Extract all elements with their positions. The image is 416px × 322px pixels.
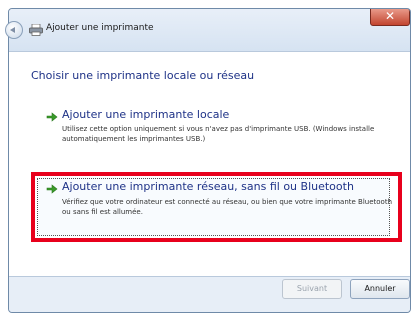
window-title: Ajouter une imprimante: [46, 23, 154, 33]
close-icon: ✕: [384, 9, 396, 23]
dialog-window: ✕: [8, 8, 411, 313]
content-area: [9, 51, 410, 277]
printer-icon: [29, 24, 43, 36]
option-local-printer[interactable]: Ajouter une imprimante locale: [62, 108, 229, 121]
close-button[interactable]: ✕: [370, 9, 410, 26]
green-arrow-icon: [46, 112, 58, 122]
cancel-button[interactable]: Annuler: [350, 279, 410, 299]
red-highlight-box: [31, 172, 402, 242]
option-local-printer-description: Utilisez cette option uniquement si vous…: [62, 125, 375, 143]
next-button[interactable]: Suivant: [282, 279, 342, 299]
back-button[interactable]: [5, 21, 23, 39]
page-heading: Choisir une imprimante locale ou réseau: [31, 69, 255, 82]
